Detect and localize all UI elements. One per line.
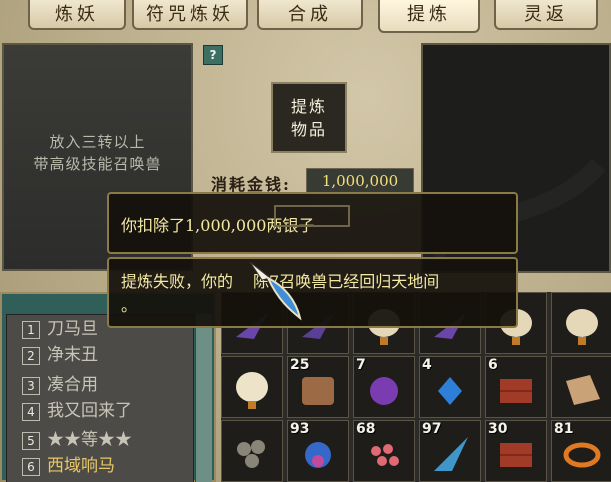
inventory-slot[interactable]: 25 xyxy=(287,356,349,418)
inventory-slot[interactable]: 68 xyxy=(353,420,415,482)
pet-index: 3 xyxy=(22,377,40,395)
system-message-result: 提炼失败，你的 陈7召唤兽已经回归天地间 。 xyxy=(107,257,518,328)
pet-refine-window: 炼妖 符咒炼妖 合成 提炼 灵返 放入三转以上 带高级技能召唤兽 ? 提炼 物品… xyxy=(0,0,611,482)
feather-item-icon xyxy=(434,437,468,471)
inventory-slot[interactable]: 30 xyxy=(485,420,547,482)
tab-bar: 炼妖 符咒炼妖 合成 提炼 灵返 xyxy=(0,0,611,34)
pet-list-scrollbar[interactable] xyxy=(195,314,212,482)
tab-compose[interactable]: 合成 xyxy=(257,0,363,30)
lantern-item-icon xyxy=(236,372,268,409)
inventory-slot[interactable]: 4 xyxy=(419,356,481,418)
inventory-slot[interactable] xyxy=(551,356,611,418)
pet-name: ★★等★★ xyxy=(47,430,132,450)
brick-item-icon xyxy=(500,443,532,467)
pet-name: 刀马旦 xyxy=(47,319,98,339)
inventory-slot[interactable] xyxy=(221,420,283,482)
pet-index: 6 xyxy=(22,458,40,476)
message-text: 提炼失败，你的 xyxy=(121,272,234,291)
help-button[interactable]: ? xyxy=(203,45,223,65)
refine-button-line-2: 物品 xyxy=(290,120,327,139)
drop-hint-line-1: 放入三转以上 xyxy=(49,133,146,151)
pet-list-item[interactable]: 6 西域响马 xyxy=(22,455,192,479)
pet-index: 2 xyxy=(22,347,40,365)
inventory-slot[interactable] xyxy=(551,292,611,354)
pet-name: 凑合用 xyxy=(47,375,98,395)
inventory-slot[interactable]: 81 xyxy=(551,420,611,482)
ring-item-icon xyxy=(563,442,601,468)
stones-item-icon xyxy=(237,440,265,468)
refine-button-line-1: 提炼 xyxy=(290,97,327,116)
inventory-slot[interactable]: 6 xyxy=(485,356,547,418)
beads-item-icon xyxy=(371,444,399,466)
tab-talisman-refine[interactable]: 符咒炼妖 xyxy=(132,0,248,30)
message-text: 。 xyxy=(121,296,138,315)
pet-name: 西域响马 xyxy=(47,456,115,476)
refine-item-button[interactable]: 提炼 物品 xyxy=(271,82,347,153)
drop-hint-line-2: 带高级技能召唤兽 xyxy=(33,155,162,173)
inventory-slot[interactable]: 97 xyxy=(419,420,481,482)
pet-index: 4 xyxy=(22,403,40,421)
drop-hint: 放入三转以上 带高级技能召唤兽 xyxy=(4,131,191,175)
pet-list-item[interactable]: 5 ★★等★★ xyxy=(22,429,192,453)
pet-list-item[interactable]: 3 凑合用 xyxy=(22,374,192,398)
tooltip-frame xyxy=(274,205,350,227)
pet-index: 1 xyxy=(22,321,40,339)
lamp-item-icon xyxy=(305,442,331,468)
pet-list-item[interactable]: 2 净末丑 xyxy=(22,344,192,368)
inventory-slot[interactable]: 93 xyxy=(287,420,349,482)
pet-list-item[interactable]: 4 我又回来了 xyxy=(22,400,192,424)
gem-item-icon xyxy=(438,377,462,405)
map-item-icon xyxy=(566,375,600,405)
cursor-icon xyxy=(249,261,302,321)
tab-spirit-return[interactable]: 灵返 xyxy=(494,0,598,30)
scroll-item-icon xyxy=(302,377,334,405)
orb-item-icon xyxy=(370,377,398,405)
brick-item-icon xyxy=(500,379,532,403)
pet-index: 5 xyxy=(22,432,40,450)
tab-refine-monster[interactable]: 炼妖 xyxy=(28,0,126,30)
pet-name: 净末丑 xyxy=(47,345,98,365)
inventory-slot[interactable] xyxy=(221,356,283,418)
lantern-item-icon xyxy=(566,309,598,345)
pet-name: 我又回来了 xyxy=(47,401,132,421)
inventory-slot[interactable]: 7 xyxy=(353,356,415,418)
tab-extract[interactable]: 提炼 xyxy=(378,0,480,33)
cost-value: 1,000,000 xyxy=(306,168,414,194)
